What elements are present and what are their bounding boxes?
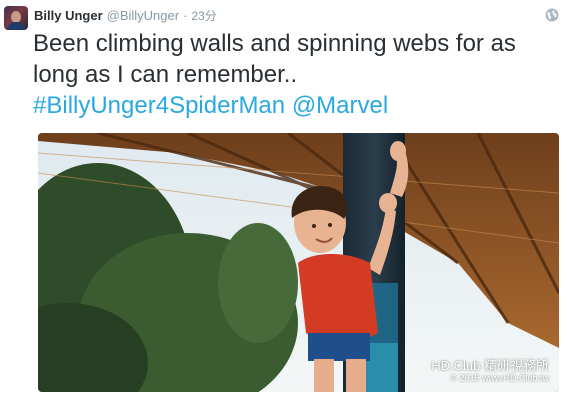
tweet-header: Billy Unger @BillyUnger · 23分 (34, 7, 217, 25)
tweet-body: Been climbing walls and spinning webs fo… (33, 30, 516, 88)
mention-link[interactable]: @Marvel (292, 92, 388, 119)
tweet-timestamp[interactable]: 23分 (191, 7, 216, 24)
author-handle[interactable]: @BillyUnger (107, 8, 179, 23)
hashtag-link[interactable]: #BillyUnger4SpiderMan (33, 92, 285, 119)
author-avatar[interactable] (4, 6, 28, 30)
header-separator: · (183, 8, 188, 23)
tweet-text: Been climbing walls and spinning webs fo… (33, 28, 558, 121)
watermark-brand: HD.Club 精研視務所 (431, 358, 549, 373)
watermark-url: © 2015 www.HD.Club.tw (450, 373, 549, 383)
photo-scene (38, 133, 559, 392)
globe-icon[interactable] (545, 8, 559, 22)
author-display-name[interactable]: Billy Unger (34, 8, 103, 23)
tweet-photo[interactable]: HD.Club 精研視務所 © 2015 www.HD.Club.tw (38, 133, 559, 392)
avatar-shirt (7, 22, 25, 30)
photo-watermark: HD.Club 精研視務所 © 2015 www.HD.Club.tw (431, 358, 549, 384)
